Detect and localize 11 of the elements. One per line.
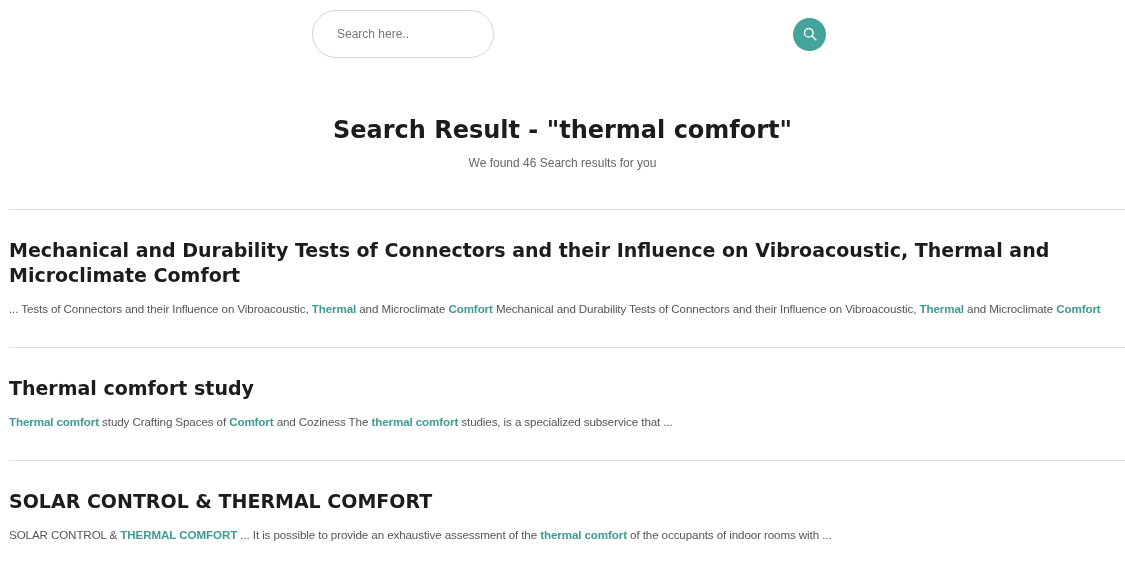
search-button[interactable] — [793, 17, 826, 51]
search-icon — [802, 27, 817, 41]
result-title[interactable]: Mechanical and Durability Tests of Connectors and their Influence on Vibroacoustic, Thermal and Microclimate Comfort — [9, 238, 1125, 288]
results-count: We found 46 Search results for you — [468, 156, 657, 170]
result-snippet: ... Tests of Connectors and their Influence on Vibroacoustic, Thermal and Microclimate Comfort Mechanical and Durability Tests of Connectors and their Influence on Vibroacoustic, Thermal and Microclimate Comfort — [9, 302, 1101, 315]
page-heading: Search Result - "thermal comfort" — [332, 116, 793, 144]
result-snippet: SOLAR CONTROL & THERMAL COMFORT ... It is possible to provide an exhaustive assessment of the thermal comfort of the occupants of indoor rooms with ... — [9, 528, 832, 541]
search-field[interactable]: Search here.. — [312, 10, 494, 58]
result-title[interactable]: SOLAR CONTROL & THERMAL COMFORT — [9, 489, 433, 514]
result-title[interactable]: Thermal comfort study — [9, 376, 254, 401]
result-snippet: Thermal comfort study Crafting Spaces of Comfort and Coziness The thermal comfort studies, is a specialized subservice that ... — [9, 415, 673, 428]
